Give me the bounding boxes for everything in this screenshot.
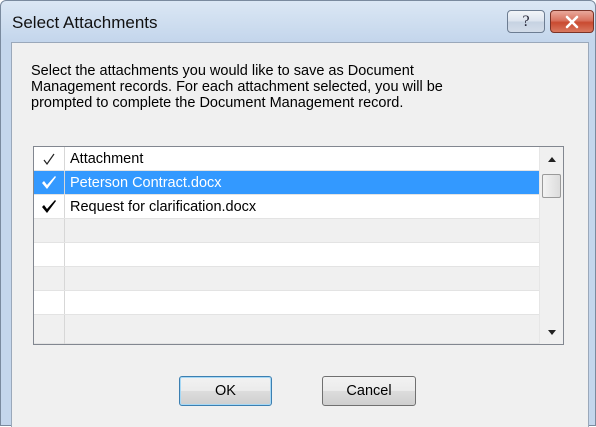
instructions-line-3: prompted to complete the Document Manage… xyxy=(31,95,404,111)
select-attachments-dialog: Select Attachments ? Select the attachme… xyxy=(0,0,596,427)
arrow-down-icon xyxy=(547,329,556,335)
empty-row xyxy=(34,243,540,267)
help-button[interactable]: ? xyxy=(507,10,545,33)
help-icon: ? xyxy=(522,12,530,30)
title-bar[interactable]: Select Attachments ? xyxy=(1,1,595,41)
instructions-line-1: Select the attachments you would like to… xyxy=(31,63,414,79)
empty-check-cell xyxy=(34,219,65,242)
empty-row xyxy=(34,291,540,315)
empty-row xyxy=(34,315,540,344)
check-icon xyxy=(43,153,55,165)
empty-check-cell xyxy=(34,243,65,266)
cancel-button[interactable]: Cancel xyxy=(322,376,416,406)
close-icon xyxy=(565,15,579,28)
item-label: Request for clarification.docx xyxy=(70,199,257,215)
empty-row xyxy=(34,219,540,243)
close-button[interactable] xyxy=(550,10,594,33)
empty-check-cell xyxy=(34,291,65,314)
arrow-up-icon xyxy=(547,156,556,162)
scroll-up-button[interactable] xyxy=(540,148,563,170)
attachment-column-header: Attachment xyxy=(70,151,144,167)
instructions-text: Select the attachments you would like to… xyxy=(31,63,571,111)
attachment-list[interactable]: Attachment Peterson Contract.docx Reques… xyxy=(33,146,564,345)
scroll-down-button[interactable] xyxy=(540,321,563,343)
window-title: Select Attachments xyxy=(12,13,158,32)
check-icon xyxy=(42,200,56,213)
list-header[interactable]: Attachment xyxy=(34,147,540,171)
item-label: Peterson Contract.docx xyxy=(70,175,222,191)
item-check-cell[interactable] xyxy=(34,195,65,218)
empty-check-cell xyxy=(34,315,65,344)
header-check-cell[interactable] xyxy=(34,147,65,170)
ok-button[interactable]: OK xyxy=(179,376,272,406)
empty-row xyxy=(34,267,540,291)
list-item[interactable]: Peterson Contract.docx xyxy=(34,171,540,195)
instructions-line-2: Management records. For each attachment … xyxy=(31,79,443,95)
list-item[interactable]: Request for clarification.docx xyxy=(34,195,540,219)
dialog-body: Select the attachments you would like to… xyxy=(11,42,589,427)
item-check-cell[interactable] xyxy=(34,171,65,194)
vertical-scrollbar[interactable] xyxy=(539,147,563,344)
attachment-grid: Attachment Peterson Contract.docx Reques… xyxy=(34,147,540,344)
empty-check-cell xyxy=(34,267,65,290)
scroll-thumb[interactable] xyxy=(542,174,561,198)
check-icon xyxy=(42,176,56,189)
